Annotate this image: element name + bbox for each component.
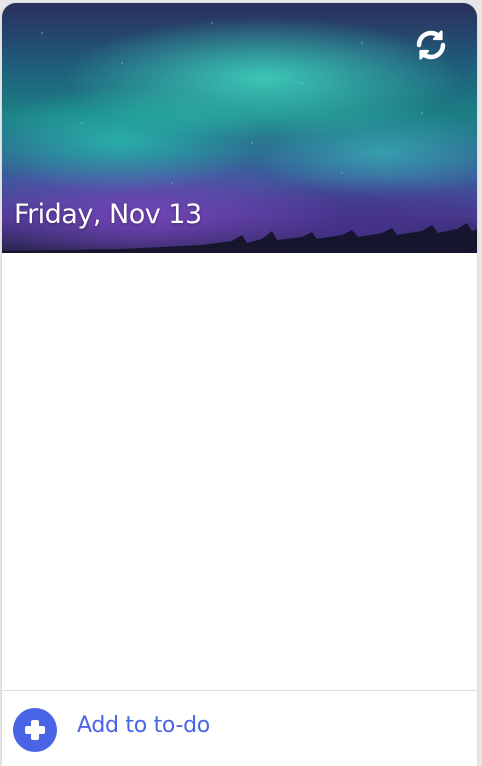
header-image: Friday, Nov 13	[2, 3, 477, 253]
add-todo-button[interactable]: Add to to-do	[2, 690, 477, 766]
todo-card: Friday, Nov 13 Add to to-do	[2, 3, 477, 766]
refresh-button[interactable]	[413, 27, 449, 63]
add-todo-label: Add to to-do	[77, 713, 210, 738]
refresh-icon	[416, 30, 446, 60]
date-heading: Friday, Nov 13	[14, 199, 202, 230]
plus-circle-icon	[13, 708, 57, 752]
todo-list	[2, 253, 477, 690]
